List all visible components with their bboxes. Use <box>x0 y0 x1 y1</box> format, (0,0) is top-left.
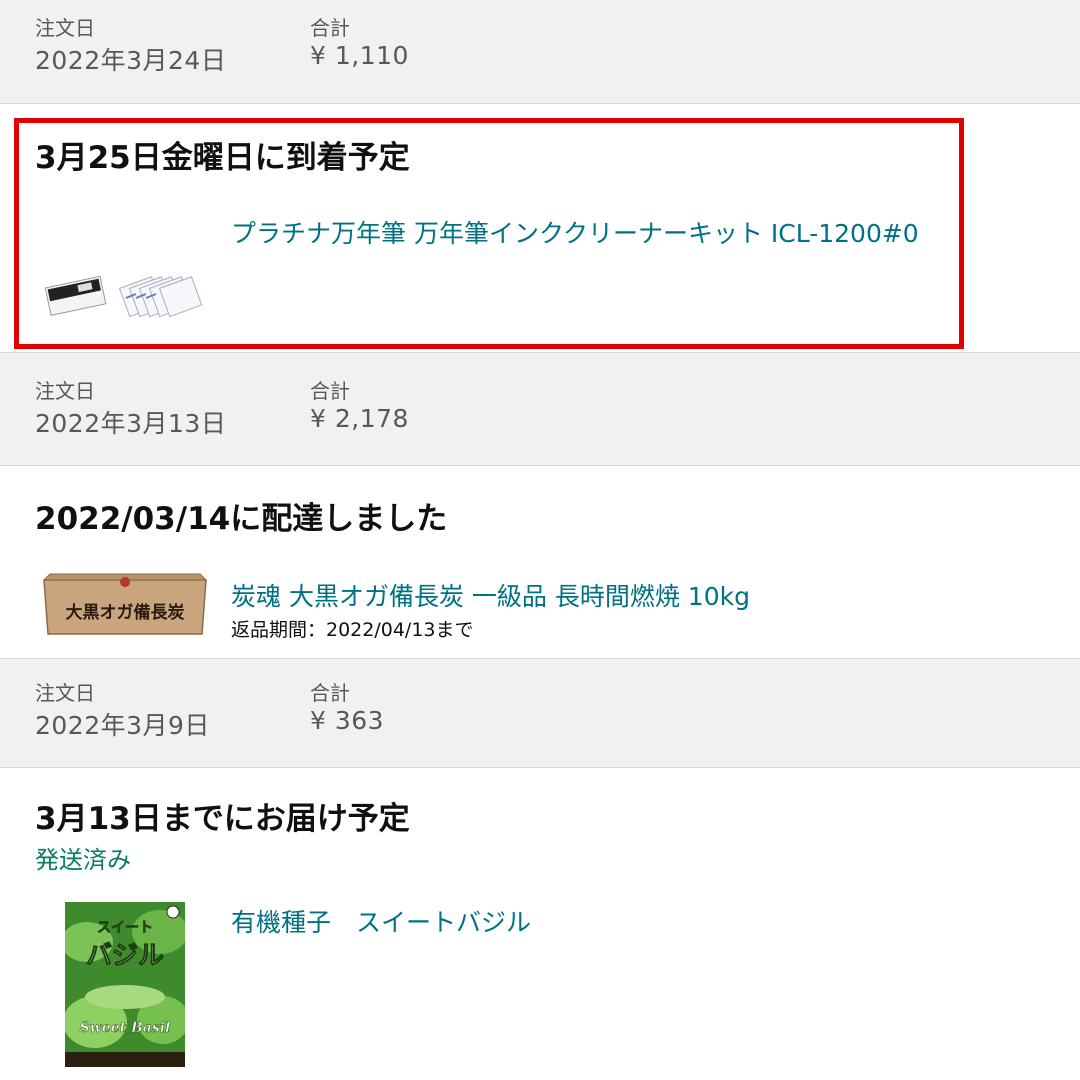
highlight-box <box>14 118 964 349</box>
delivery-status-heading: 3月13日までにお届け予定 <box>35 801 410 837</box>
order-date-label: 注文日 <box>35 681 95 705</box>
order-date-label: 注文日 <box>35 379 95 403</box>
order-header: 注文日 2022年3月9日 合計 ¥ 363 <box>0 658 1080 768</box>
order-total-label: 合計 <box>310 681 350 705</box>
product-link[interactable]: 炭魂 大黒オガ備長炭 一級品 長時間燃焼 10kg <box>231 577 750 613</box>
order-date-label: 注文日 <box>35 16 95 40</box>
order-total-value: ¥ 2,178 <box>310 404 409 433</box>
order-date-value: 2022年3月13日 <box>35 409 227 438</box>
order-header: 注文日 2022年3月24日 合計 ¥ 1,110 <box>0 0 1080 104</box>
order-total-value: ¥ 1,110 <box>310 41 409 70</box>
order-total-label: 合計 <box>310 379 350 403</box>
product-link[interactable]: 有機種子 スイートバジル <box>231 903 531 939</box>
product-thumbnail[interactable]: スイート バジル Sweet Basil <box>61 902 189 1067</box>
product-thumbnail[interactable]: 大黒オガ備長炭 <box>40 570 210 640</box>
order-total-label: 合計 <box>310 16 350 40</box>
order-date-value: 2022年3月9日 <box>35 711 210 740</box>
order-header: 注文日 2022年3月13日 合計 ¥ 2,178 <box>0 352 1080 466</box>
shipping-status: 発送済み <box>35 846 131 874</box>
box-label-text: 大黒オガ備長炭 <box>66 602 185 623</box>
packet-text-1: スイート <box>97 920 153 936</box>
return-window-text: 返品期間：2022/04/13まで <box>231 619 474 641</box>
order-date-value: 2022年3月24日 <box>35 46 227 75</box>
delivery-status-heading: 2022/03/14に配達しました <box>35 501 448 537</box>
packet-text-2: バジル <box>86 941 164 971</box>
order-total-value: ¥ 363 <box>310 706 385 735</box>
packet-text-3: Sweet Basil <box>80 1020 171 1036</box>
